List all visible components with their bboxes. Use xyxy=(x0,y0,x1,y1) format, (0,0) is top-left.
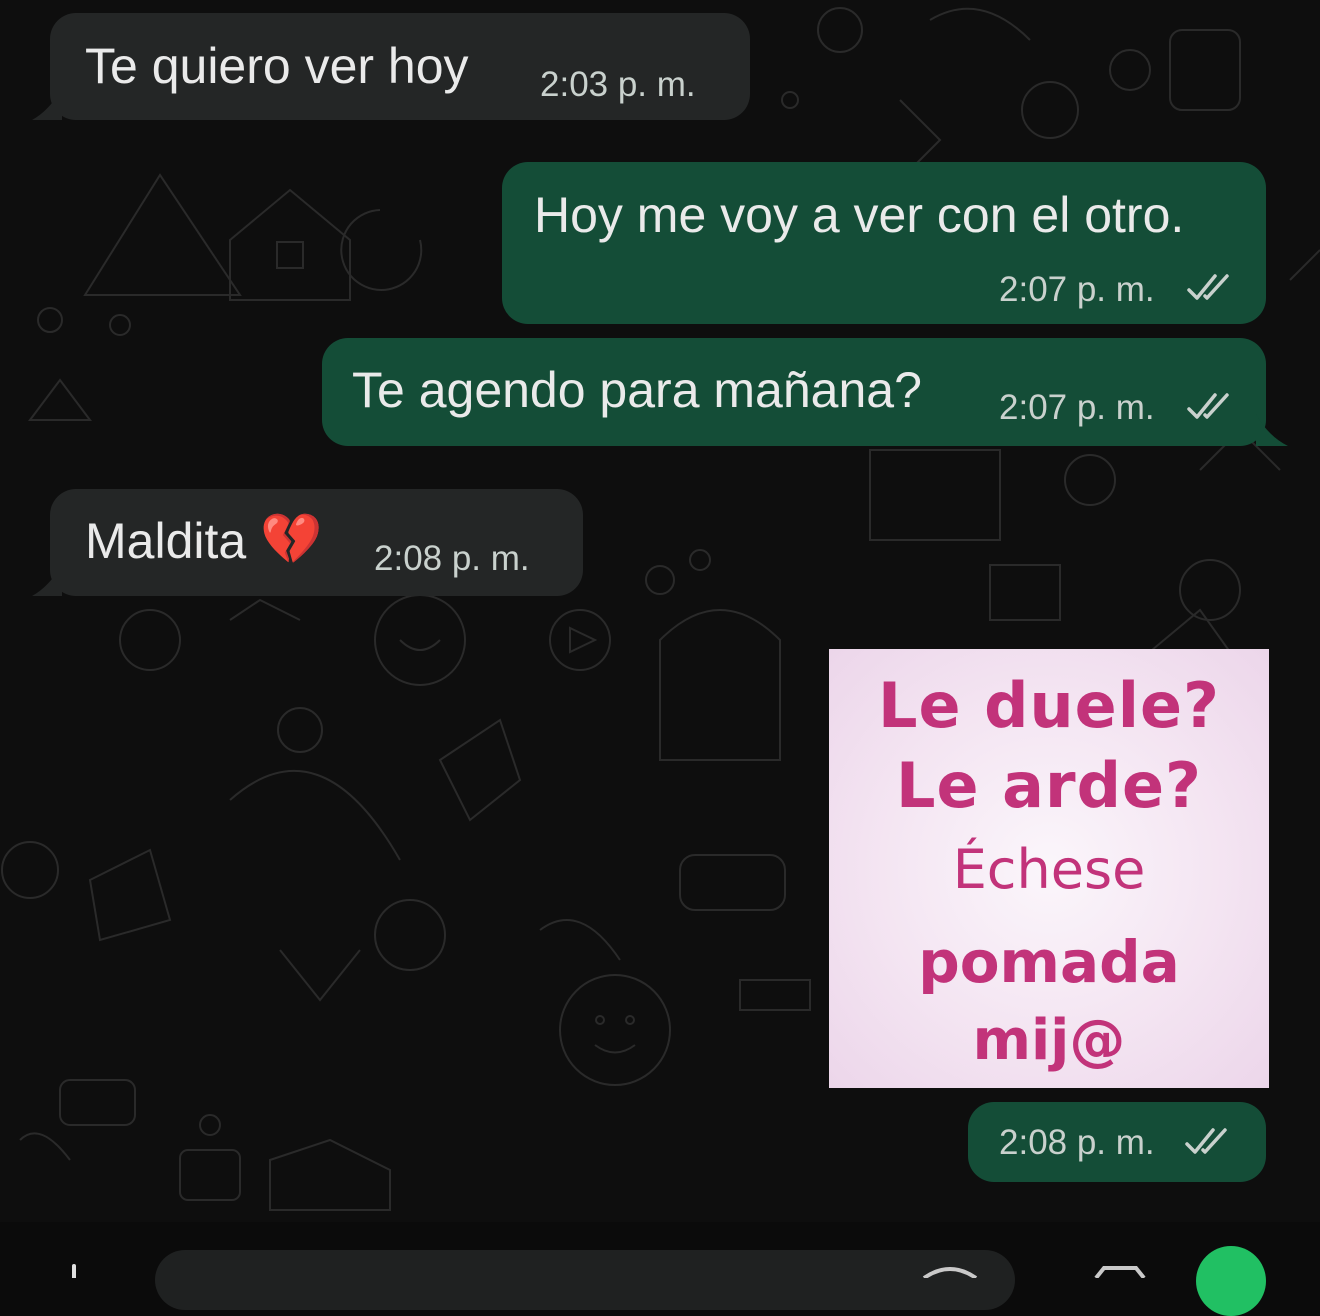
message-time: 2:07 p. m. xyxy=(999,270,1155,309)
message-time: 2:07 p. m. xyxy=(999,388,1155,427)
mic-icon[interactable] xyxy=(1196,1246,1266,1316)
image-text-line: mij@ xyxy=(972,1008,1126,1073)
message-text: Maldita xyxy=(85,513,247,569)
message-time: 2:08 p. m. xyxy=(999,1123,1155,1162)
message-time: 2:03 p. m. xyxy=(540,65,696,104)
camera-icon[interactable] xyxy=(1090,1264,1150,1278)
image-text-line: Le duele? xyxy=(878,669,1220,742)
sticker-icon[interactable] xyxy=(920,1266,980,1278)
double-check-icon xyxy=(1187,274,1229,300)
message-time: 2:08 p. m. xyxy=(374,539,530,578)
message-bubble-incoming[interactable]: Maldita 💔 2:08 p. m. xyxy=(50,489,583,596)
bubble-tail xyxy=(1256,414,1288,446)
plus-icon[interactable] xyxy=(56,1262,92,1278)
double-check-icon xyxy=(1187,393,1229,419)
message-bubble-outgoing[interactable]: Hoy me voy a ver con el otro. 2:07 p. m. xyxy=(502,162,1266,324)
chat-area[interactable]: Te quiero ver hoy 2:03 p. m. Hoy me voy … xyxy=(0,0,1320,1222)
message-bubble-outgoing[interactable]: Te agendo para mañana? 2:07 p. m. xyxy=(322,338,1266,446)
image-text-line: Échese xyxy=(952,838,1146,901)
message-input[interactable] xyxy=(155,1250,1015,1310)
image-text-line: Le arde? xyxy=(896,749,1202,822)
double-check-icon xyxy=(1185,1128,1227,1154)
message-text: Te agendo para mañana? xyxy=(352,362,922,418)
message-text: Te quiero ver hoy xyxy=(85,38,469,94)
image-message[interactable]: Le duele? Le arde? Échese pomada mij@ xyxy=(829,649,1269,1088)
broken-heart-emoji: 💔 xyxy=(260,511,323,567)
message-bubble-incoming[interactable]: Te quiero ver hoy 2:03 p. m. xyxy=(50,13,750,120)
image-timestamp-bubble: 2:08 p. m. xyxy=(968,1102,1266,1182)
message-text: Hoy me voy a ver con el otro. xyxy=(534,187,1185,243)
bubble-tail xyxy=(32,564,62,596)
image-text-line: pomada xyxy=(918,928,1180,996)
bubble-tail xyxy=(32,88,62,120)
